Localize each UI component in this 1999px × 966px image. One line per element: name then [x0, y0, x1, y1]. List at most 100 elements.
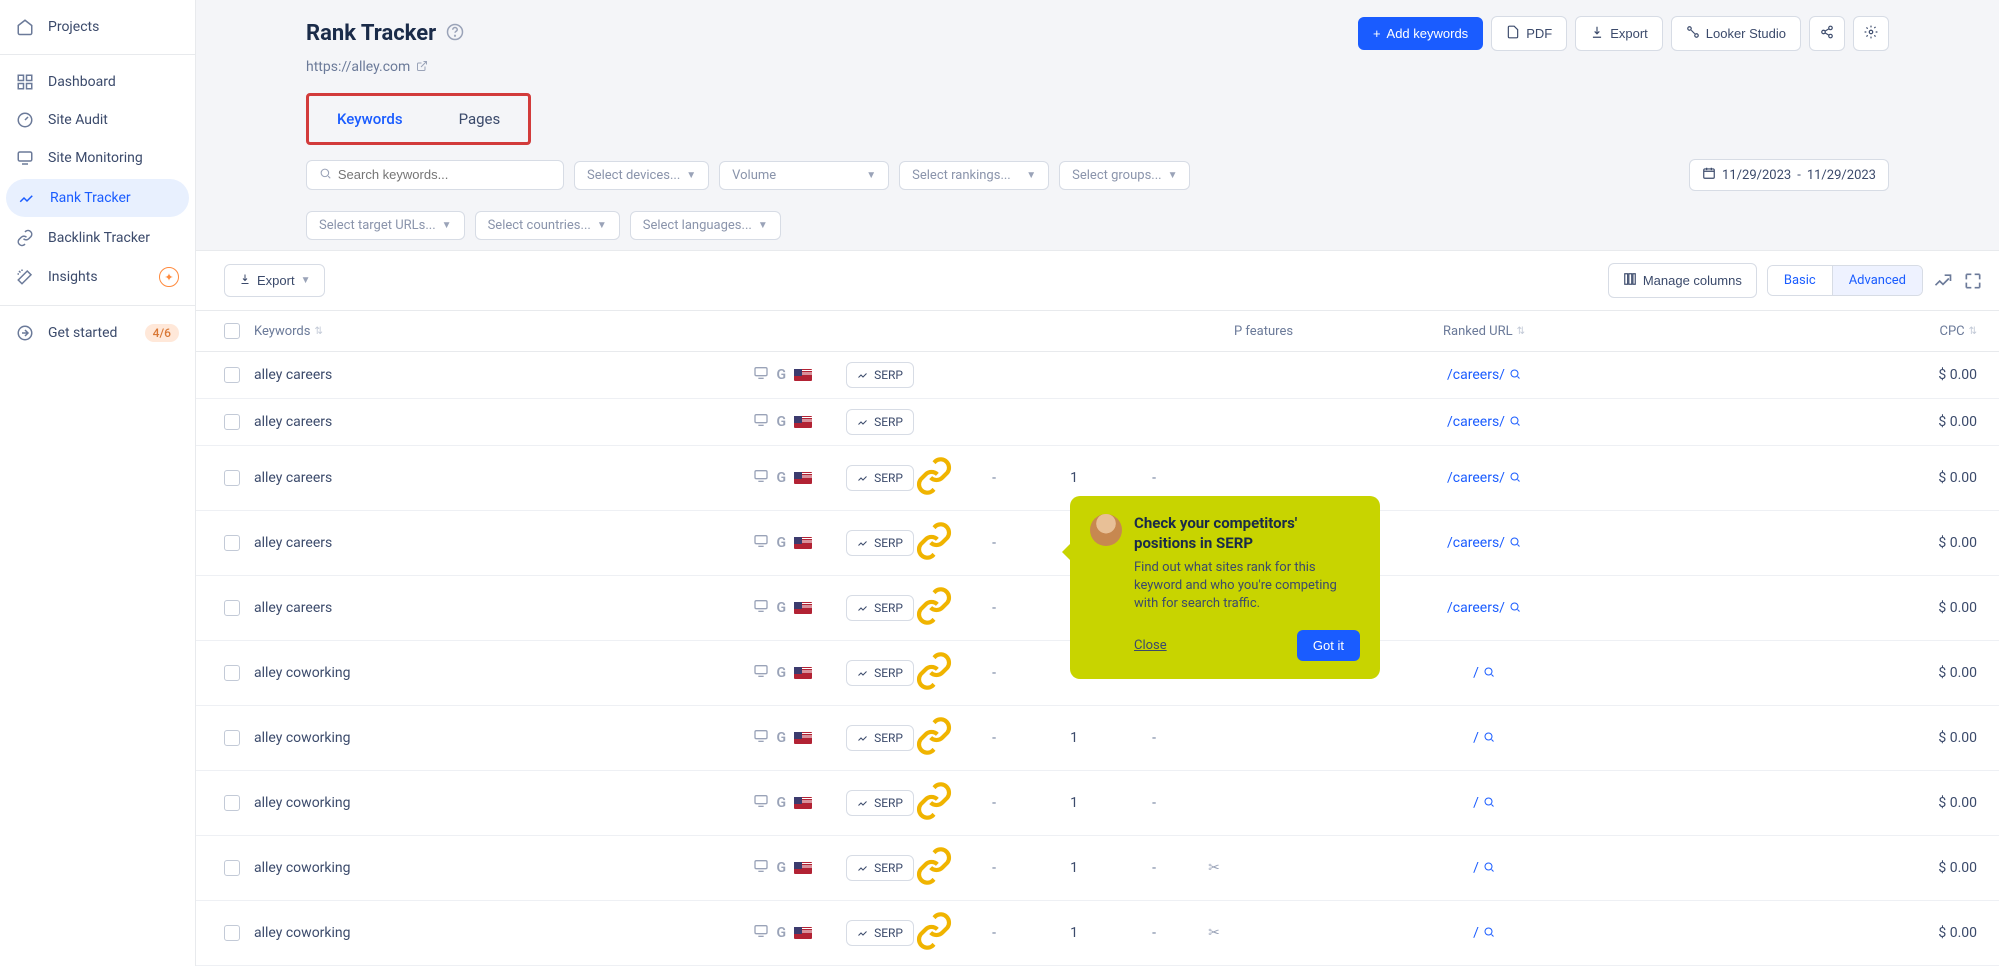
- column-serp-features[interactable]: P features: [1234, 324, 1334, 339]
- url-text: /careers/: [1447, 600, 1505, 616]
- row-checkbox[interactable]: [224, 535, 240, 551]
- row-checkbox[interactable]: [224, 470, 240, 486]
- us-flag-icon: [794, 602, 812, 614]
- filter-label: Select countries...: [488, 218, 591, 233]
- row-checkbox[interactable]: [224, 730, 240, 746]
- sidebar-item-insights[interactable]: Insights ✦: [0, 257, 195, 297]
- export-button-header[interactable]: Export: [1575, 16, 1663, 51]
- us-flag-icon: [794, 416, 812, 428]
- table-row: alley coworking G SERP - 1 - ✂ / $ 0.00: [196, 836, 1999, 901]
- search-field[interactable]: [338, 167, 551, 182]
- add-keywords-button[interactable]: + Add keywords: [1358, 17, 1483, 50]
- cpc-value: $ 0.00: [1883, 367, 1983, 383]
- cpc-value: $ 0.00: [1883, 414, 1983, 430]
- row-checkbox[interactable]: [224, 665, 240, 681]
- serp-button[interactable]: SERP: [846, 790, 914, 816]
- arrow-right-icon: [16, 324, 34, 342]
- select-all-checkbox[interactable]: [224, 323, 240, 339]
- ranked-url-link[interactable]: /careers/: [1447, 367, 1521, 383]
- sidebar-label: Site Audit: [48, 112, 108, 128]
- serp-button[interactable]: SERP: [846, 855, 914, 881]
- ranked-url-link[interactable]: /: [1473, 795, 1495, 811]
- select-target-urls[interactable]: Select target URLs...▼: [306, 211, 465, 240]
- ranked-url-link[interactable]: /: [1473, 730, 1495, 746]
- serp-label: SERP: [874, 731, 903, 745]
- domain-link[interactable]: https://alley.com: [306, 59, 428, 75]
- download-icon: [239, 273, 251, 288]
- serp-button[interactable]: SERP: [846, 660, 914, 686]
- settings-button[interactable]: [1853, 16, 1889, 51]
- sidebar-item-site-audit[interactable]: Site Audit: [0, 101, 195, 139]
- chart-icon[interactable]: [1933, 271, 1953, 291]
- table-row: alley coworking G SERP - 1 - / $ 0.00: [196, 706, 1999, 771]
- manage-columns-button[interactable]: Manage columns: [1608, 263, 1757, 298]
- serp-button[interactable]: SERP: [846, 409, 914, 435]
- row-checkbox[interactable]: [224, 925, 240, 941]
- sidebar-item-projects[interactable]: Projects: [0, 8, 195, 46]
- fullscreen-icon[interactable]: [1963, 271, 1983, 291]
- select-groups[interactable]: Select groups...▼: [1059, 161, 1190, 190]
- popover-gotit-button[interactable]: Got it: [1297, 630, 1360, 661]
- keyword-text: alley coworking: [254, 795, 745, 811]
- select-countries[interactable]: Select countries...▼: [475, 211, 620, 240]
- popover-close-link[interactable]: Close: [1134, 638, 1167, 653]
- ranked-url-link[interactable]: /: [1473, 860, 1495, 876]
- select-devices[interactable]: Select devices...▼: [574, 161, 709, 190]
- tab-keywords[interactable]: Keywords: [309, 96, 431, 142]
- serp-button[interactable]: SERP: [846, 725, 914, 751]
- sidebar-item-dashboard[interactable]: Dashboard: [0, 63, 195, 101]
- sidebar-item-get-started[interactable]: Get started 4/6: [0, 314, 195, 352]
- sidebar-item-rank-tracker[interactable]: Rank Tracker: [6, 179, 189, 217]
- advanced-toggle[interactable]: Advanced: [1832, 266, 1922, 295]
- serp-feature-icon: [914, 546, 954, 565]
- filter-label: Select languages...: [643, 218, 752, 233]
- button-label: Export: [1610, 26, 1648, 41]
- table-row: alley careers G SERP /careers/ $ 0.00: [196, 399, 1999, 446]
- select-rankings[interactable]: Select rankings...▼: [899, 161, 1049, 190]
- select-volume[interactable]: Volume▼: [719, 161, 889, 190]
- help-icon[interactable]: [446, 23, 464, 45]
- export-table-button[interactable]: Export ▼: [224, 264, 325, 297]
- serp-label: SERP: [874, 471, 903, 485]
- date-range-picker[interactable]: 11/29/2023 - 11/29/2023: [1689, 159, 1889, 191]
- table-header: Keywords⇅ P features Ranked URL⇅ CPC⇅: [196, 310, 1999, 352]
- sidebar-item-backlink-tracker[interactable]: Backlink Tracker: [0, 219, 195, 257]
- serp-button[interactable]: SERP: [846, 595, 914, 621]
- sidebar-item-site-monitoring[interactable]: Site Monitoring: [0, 139, 195, 177]
- row-checkbox[interactable]: [224, 860, 240, 876]
- ranked-url-link[interactable]: /careers/: [1447, 470, 1521, 486]
- row-checkbox[interactable]: [224, 414, 240, 430]
- column-keywords[interactable]: Keywords⇅: [254, 324, 914, 339]
- select-languages[interactable]: Select languages...▼: [630, 211, 781, 240]
- row-checkbox[interactable]: [224, 795, 240, 811]
- ranked-url-link[interactable]: /careers/: [1447, 600, 1521, 616]
- metric-cell: -: [954, 665, 1034, 681]
- column-ranked-url[interactable]: Ranked URL⇅: [1334, 324, 1634, 339]
- metric-cell: -: [1114, 925, 1194, 941]
- serp-button[interactable]: SERP: [846, 920, 914, 946]
- chevron-down-icon: ▼: [301, 275, 311, 286]
- row-checkbox[interactable]: [224, 600, 240, 616]
- looker-studio-button[interactable]: Looker Studio: [1671, 16, 1801, 51]
- row-checkbox[interactable]: [224, 367, 240, 383]
- search-keywords-input[interactable]: [306, 160, 564, 191]
- serp-button[interactable]: SERP: [846, 465, 914, 491]
- cpc-value: $ 0.00: [1883, 860, 1983, 876]
- pdf-button[interactable]: PDF: [1491, 16, 1567, 51]
- tab-pages[interactable]: Pages: [431, 96, 529, 142]
- column-cpc[interactable]: CPC⇅: [1883, 324, 1983, 339]
- serp-button[interactable]: SERP: [846, 362, 914, 388]
- cpc-value: $ 0.00: [1883, 470, 1983, 486]
- basic-toggle[interactable]: Basic: [1768, 266, 1832, 295]
- ranked-url-link[interactable]: /: [1473, 665, 1495, 681]
- ranked-url-link[interactable]: /careers/: [1447, 414, 1521, 430]
- share-button[interactable]: [1809, 16, 1845, 51]
- us-flag-icon: [794, 732, 812, 744]
- ranked-url-link[interactable]: /careers/: [1447, 535, 1521, 551]
- serp-label: SERP: [874, 796, 903, 810]
- sidebar-label: Rank Tracker: [50, 190, 131, 206]
- serp-button[interactable]: SERP: [846, 530, 914, 556]
- metric-cell: 1: [1034, 925, 1114, 941]
- google-icon: G: [777, 730, 787, 746]
- ranked-url-link[interactable]: /: [1473, 925, 1495, 941]
